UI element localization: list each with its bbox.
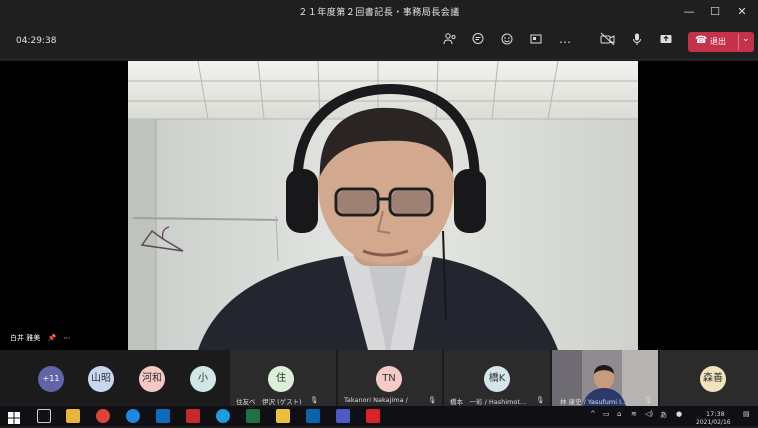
participant-tile[interactable]: 住 住友ベ 伊沢 (ゲスト) 🎙 bbox=[230, 350, 336, 406]
participant-avatar: TN bbox=[376, 366, 402, 392]
outlook-icon[interactable] bbox=[306, 409, 320, 423]
internet-explorer-icon[interactable] bbox=[126, 409, 140, 423]
onedrive-icon[interactable]: ● bbox=[676, 410, 682, 418]
more-actions-icon[interactable]: ⋯ bbox=[555, 32, 575, 52]
notification-icon[interactable]: ▤ bbox=[743, 410, 750, 418]
excel-icon[interactable] bbox=[246, 409, 260, 423]
clock-time[interactable]: 17:38 bbox=[706, 410, 725, 418]
participants-icon[interactable] bbox=[440, 32, 460, 52]
chat-icon[interactable] bbox=[468, 32, 488, 52]
participant-name: 橋本 一彩 / Hashimot… bbox=[450, 398, 527, 406]
participant-avatar[interactable]: 小 bbox=[190, 366, 216, 392]
microphone-icon[interactable] bbox=[627, 32, 647, 52]
speaker-more-button[interactable]: ⋯ bbox=[63, 334, 70, 342]
app-icon[interactable] bbox=[186, 409, 200, 423]
edge-icon[interactable] bbox=[216, 409, 230, 423]
mic-off-icon: 🎙 bbox=[428, 396, 437, 404]
close-button[interactable]: ✕ bbox=[729, 3, 755, 21]
pin-icon[interactable]: 📌 bbox=[47, 334, 56, 342]
mic-off-icon: 🎙 bbox=[644, 396, 653, 404]
network-icon[interactable]: ⌂ bbox=[617, 410, 621, 418]
participant-avatar[interactable]: 山昭 bbox=[88, 366, 114, 392]
speaker-name: 白井 雅美 bbox=[10, 334, 41, 342]
participant-name: Takanori Nakajima / bbox=[344, 396, 408, 404]
rooms-icon[interactable] bbox=[526, 32, 546, 52]
speaker-video bbox=[128, 61, 638, 350]
leave-button[interactable]: ☎ 退出 ⌄ bbox=[688, 32, 754, 52]
battery-icon[interactable]: ▭ bbox=[603, 410, 610, 418]
window-title: ２１年度第２回書記長・事務局長会議 bbox=[298, 8, 460, 18]
minimize-button[interactable]: — bbox=[676, 3, 702, 21]
wifi-icon[interactable]: ≋ bbox=[631, 410, 637, 418]
participant-name: 林 康史 / Yasufumi I… bbox=[560, 398, 628, 406]
file-explorer-icon[interactable] bbox=[66, 409, 80, 423]
windows-start-icon[interactable] bbox=[8, 409, 22, 424]
hang-up-icon: ☎ bbox=[695, 35, 708, 46]
chevron-down-icon[interactable]: ⌄ bbox=[742, 34, 750, 44]
participant-video-tile[interactable]: 林 康史 / Yasufumi I… 🎙 bbox=[552, 350, 658, 406]
participant-tile[interactable]: 森善 bbox=[660, 350, 758, 406]
task-view-icon[interactable] bbox=[37, 409, 51, 423]
teams-icon[interactable] bbox=[336, 409, 350, 423]
mic-off-icon: 🎙 bbox=[536, 396, 545, 404]
participant-avatar: 森善 bbox=[700, 366, 726, 392]
participant-strip: +11 山昭 河和 小 住 住友ベ 伊沢 (ゲスト) 🎙 TN Takanori… bbox=[0, 350, 758, 406]
outlook-icon[interactable] bbox=[156, 409, 170, 423]
share-screen-icon[interactable] bbox=[656, 32, 676, 52]
participant-tile[interactable]: 橋K 橋本 一彩 / Hashimot… 🎙 bbox=[444, 350, 550, 406]
windows-taskbar: ^ ▭ ⌂ ≋ ◁) あ ● 17:38 2021/02/16 ▤ bbox=[0, 406, 758, 426]
leave-separator bbox=[738, 34, 739, 50]
volume-icon[interactable]: ◁) bbox=[645, 410, 653, 418]
participant-avatar: 橋K bbox=[484, 366, 510, 392]
more-participants-badge[interactable]: +11 bbox=[38, 366, 64, 392]
acrobat-icon[interactable] bbox=[366, 409, 380, 423]
tray-arrow-icon[interactable]: ^ bbox=[590, 410, 596, 418]
participant-avatar: 住 bbox=[268, 366, 294, 392]
clock-date[interactable]: 2021/02/16 bbox=[696, 419, 731, 426]
participant-name: 住友ベ 伊沢 (ゲスト) bbox=[236, 398, 302, 406]
participant-tile[interactable]: TN Takanori Nakajima / 🎙 bbox=[338, 350, 442, 406]
ime-indicator[interactable]: あ bbox=[660, 410, 667, 420]
speaker-name-label: 白井 雅美 📌 ⋯ bbox=[10, 333, 70, 343]
camera-off-icon[interactable] bbox=[598, 32, 618, 52]
participant-avatar[interactable]: 河和 bbox=[139, 366, 165, 392]
sticky-notes-icon[interactable] bbox=[276, 409, 290, 423]
leave-label: 退出 bbox=[710, 37, 726, 46]
video-stage bbox=[0, 61, 758, 350]
reactions-icon[interactable] bbox=[497, 32, 517, 52]
title-bar: ２１年度第２回書記長・事務局長会議 — ☐ ✕ bbox=[0, 0, 758, 24]
chrome-icon[interactable] bbox=[96, 409, 110, 423]
meeting-timer: 04:29:38 bbox=[16, 36, 57, 46]
meeting-toolbar: 04:29:38 ⋯ ☎ 退出 ⌄ bbox=[0, 24, 758, 60]
mic-off-icon: 🎙 bbox=[310, 396, 319, 404]
maximize-button[interactable]: ☐ bbox=[702, 3, 728, 21]
